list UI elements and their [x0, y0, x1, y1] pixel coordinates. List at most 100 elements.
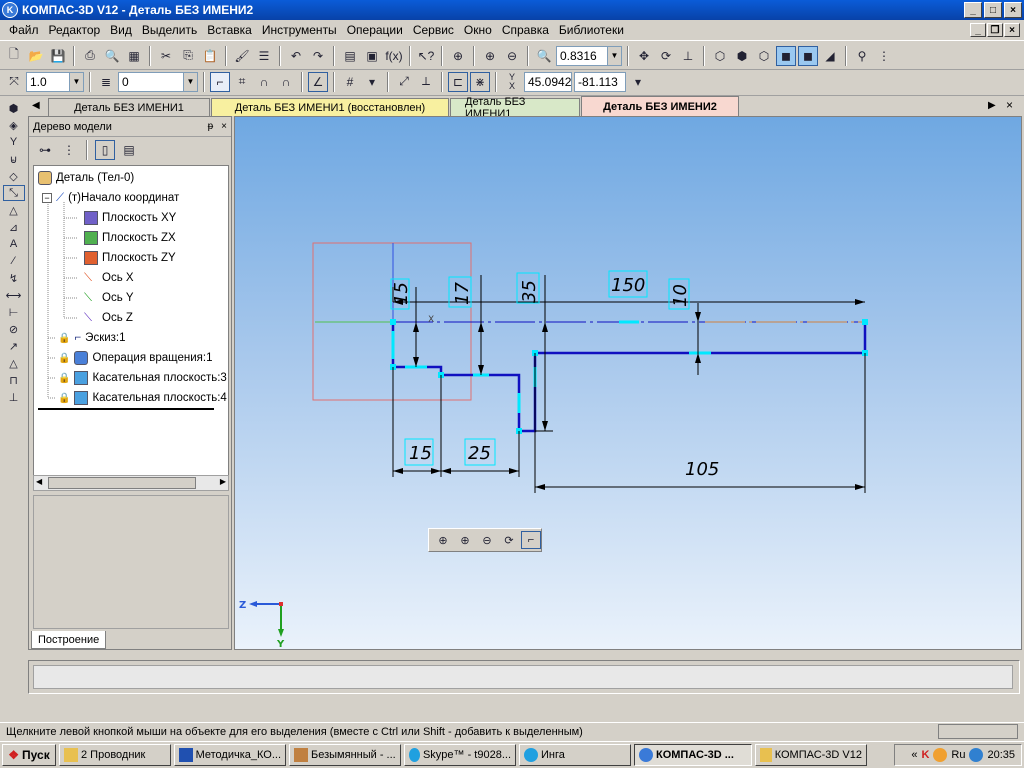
- minimize-button[interactable]: _: [964, 2, 982, 18]
- sheet-metal-icon[interactable]: ⊿: [3, 219, 25, 235]
- magnet-settings-icon[interactable]: ∩: [276, 72, 296, 92]
- grid-toggle-icon[interactable]: ⋮: [874, 46, 894, 66]
- tab-detail-1-restored[interactable]: Деталь БЕЗ ИМЕНИ1 (восстановлен): [211, 98, 449, 116]
- pan-icon[interactable]: ✥: [634, 46, 654, 66]
- parametric-icon[interactable]: ⊏: [448, 71, 468, 92]
- zoom-in-icon[interactable]: ⊕: [480, 46, 500, 66]
- triangle-icon[interactable]: △: [3, 355, 25, 371]
- tree-expand-icon[interactable]: ⋮: [59, 140, 79, 160]
- ortho-icon[interactable]: ∠: [308, 71, 328, 92]
- variables-fx-icon[interactable]: f(x): [384, 46, 404, 66]
- print-icon[interactable]: ⎙: [80, 46, 100, 66]
- tray-app-icon[interactable]: [933, 748, 948, 762]
- menu-service[interactable]: Сервис: [408, 23, 459, 37]
- frame-icon[interactable]: ⊓: [3, 372, 25, 388]
- menu-help[interactable]: Справка: [497, 23, 554, 37]
- task-paint[interactable]: Безымянный - ...: [289, 744, 401, 766]
- tree-view-icon[interactable]: ▯: [95, 140, 115, 160]
- tab-scroll-right-icon[interactable]: ▶: [988, 100, 996, 111]
- tree-item-tangent-plane-3[interactable]: 🔒 Касательная плоскость:3: [58, 369, 227, 387]
- sketch-edit-icon[interactable]: ⌗: [232, 72, 252, 92]
- pin-icon[interactable]: ᵽ: [208, 121, 214, 132]
- spatial-curves-icon[interactable]: ◈: [3, 117, 25, 133]
- manager-icon[interactable]: ▤: [340, 46, 360, 66]
- selection-icon[interactable]: ⊘: [3, 321, 25, 337]
- coord-x-field[interactable]: 45.0942: [524, 71, 572, 92]
- open-folder-icon[interactable]: 📂: [26, 46, 46, 66]
- toolbar-options-icon[interactable]: ▾: [628, 72, 648, 92]
- exit-sketch-icon[interactable]: ⌐: [521, 531, 541, 549]
- zoom-out-icon[interactable]: ⊖: [477, 531, 497, 549]
- paste-icon[interactable]: 📋: [200, 46, 220, 66]
- help-pointer-icon[interactable]: ↖?: [416, 46, 436, 66]
- collapse-icon[interactable]: −: [42, 193, 52, 203]
- task-explorer[interactable]: 2 Проводник: [59, 744, 171, 766]
- tree-structure-icon[interactable]: ⊶: [35, 140, 55, 160]
- drawing-canvas[interactable]: X 15 17 35 150 10 15 25 105 Z Y: [234, 116, 1022, 650]
- tray-expand-icon[interactable]: «: [911, 749, 917, 761]
- network-globe-icon[interactable]: [969, 748, 984, 762]
- menu-view[interactable]: Вид: [105, 23, 137, 37]
- dim-25[interactable]: 25: [468, 443, 491, 464]
- tree-item-sketch[interactable]: 🔒 ⌐ Эскиз:1: [58, 329, 126, 347]
- line-width-field[interactable]: 1.0 ▼: [26, 71, 84, 92]
- scroll-right-icon[interactable]: ▶: [220, 477, 226, 486]
- chevron-down-icon[interactable]: ▼: [69, 72, 83, 91]
- tab-close-icon[interactable]: ×: [1006, 98, 1013, 112]
- macro-icon[interactable]: ⊥: [3, 389, 25, 405]
- dim-10[interactable]: 10: [670, 284, 691, 307]
- tab-detail-1[interactable]: Деталь БЕЗ ИМЕНИ1: [48, 98, 210, 116]
- task-methodology[interactable]: Методичка_КО...: [174, 744, 286, 766]
- tree-item-axis-y[interactable]: ⟍ Ось Y: [84, 289, 134, 307]
- angular-icon[interactable]: ↗: [3, 338, 25, 354]
- zoom-scale-icon[interactable]: 🔍: [534, 46, 554, 66]
- save-icon[interactable]: 💾: [48, 46, 68, 66]
- copy-properties-icon[interactable]: 🖌: [232, 46, 252, 66]
- refresh-view-icon[interactable]: ⟳: [499, 531, 519, 549]
- doc-close-button[interactable]: ×: [1004, 23, 1020, 37]
- dimensions-icon[interactable]: ⤡: [2, 185, 25, 201]
- filter-icon[interactable]: ⚲: [852, 46, 872, 66]
- doc-minimize-button[interactable]: _: [970, 23, 986, 37]
- undo-icon[interactable]: ↶: [286, 46, 306, 66]
- tree-item-plane-xy[interactable]: Плоскость XY: [84, 209, 176, 227]
- dim-17[interactable]: 17: [452, 282, 473, 305]
- chevron-down-icon[interactable]: ▼: [183, 72, 197, 91]
- tree-horizontal-scrollbar[interactable]: ◀ ▶: [33, 475, 229, 491]
- menu-window[interactable]: Окно: [459, 23, 497, 37]
- rotate-icon[interactable]: ⟳: [656, 46, 676, 66]
- linear-dim-icon[interactable]: ⊢: [3, 304, 25, 320]
- halftone-icon[interactable]: ◼: [776, 45, 796, 66]
- dim-15-vertical[interactable]: 15: [391, 282, 412, 305]
- surfaces-icon[interactable]: Y: [3, 134, 25, 150]
- constraints-icon[interactable]: ⋇: [470, 71, 490, 92]
- scrollbar-thumb[interactable]: [48, 477, 196, 489]
- tree-item-plane-zy[interactable]: Плоскость ZY: [84, 249, 176, 267]
- cursor-snap-icon[interactable]: ⤢: [394, 72, 414, 92]
- hidden-lines-icon[interactable]: ⬢: [732, 46, 752, 66]
- tree-item-origin[interactable]: − ⟋ (т)Начало координат: [42, 189, 179, 207]
- close-button[interactable]: ×: [1004, 2, 1022, 18]
- sketch-profile[interactable]: [391, 322, 867, 433]
- tab-construction[interactable]: Построение: [31, 631, 107, 649]
- tree-item-tangent-plane-4[interactable]: 🔒 Касательная плоскость:4: [58, 389, 227, 407]
- layers-icon[interactable]: ≣: [96, 72, 116, 92]
- task-inga[interactable]: Инга: [519, 744, 631, 766]
- dim-105[interactable]: 105: [685, 459, 719, 480]
- library-icon[interactable]: ▣: [362, 46, 382, 66]
- dim-15-horizontal[interactable]: 15: [409, 443, 432, 464]
- cut-icon[interactable]: ✂: [156, 46, 176, 66]
- aux-geometry-icon[interactable]: ◇: [3, 168, 25, 184]
- tab-detail-2[interactable]: Деталь БЕЗ ИМЕНИ2: [581, 96, 739, 116]
- tree-item-revolve[interactable]: 🔒 Операция вращения:1: [58, 349, 212, 367]
- halftone-edges-icon[interactable]: ◼: [798, 45, 818, 66]
- grid-icon[interactable]: #: [340, 72, 360, 92]
- panel-close-icon[interactable]: ×: [221, 121, 227, 132]
- designation-icon[interactable]: A: [3, 236, 25, 252]
- menu-file[interactable]: Файл: [4, 23, 44, 37]
- measure-icon[interactable]: ⁄: [3, 253, 25, 269]
- print-preview-icon[interactable]: 🔍: [102, 46, 122, 66]
- properties-icon[interactable]: ▦: [124, 46, 144, 66]
- doc-restore-button[interactable]: ❐: [987, 23, 1003, 37]
- wireframe-icon[interactable]: ⬡: [710, 46, 730, 66]
